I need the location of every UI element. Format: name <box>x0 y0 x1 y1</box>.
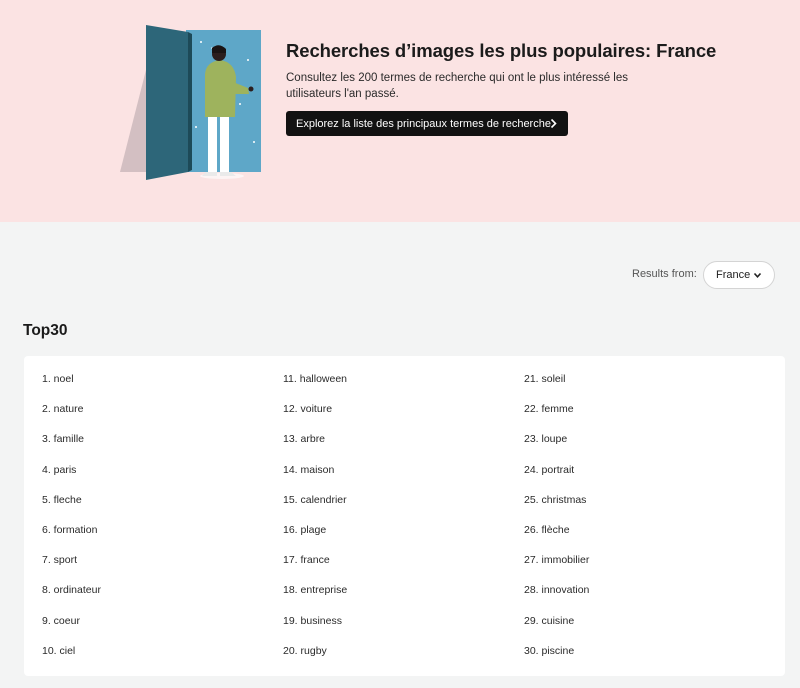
term-link[interactable]: 14. maison <box>283 462 347 492</box>
term-link[interactable]: 5. fleche <box>42 492 101 522</box>
top-terms-card: 1. noel 2. nature 3. famille 4. paris 5.… <box>24 356 785 676</box>
hero-description: Consultez les 200 termes de recherche qu… <box>286 72 628 100</box>
term-link[interactable]: 28. innovation <box>524 582 589 612</box>
term-link[interactable]: 17. france <box>283 552 347 582</box>
results-from-label: Results from: <box>632 268 697 280</box>
term-link[interactable]: 22. femme <box>524 401 589 431</box>
term-link[interactable]: 27. immobilier <box>524 552 589 582</box>
section-title: Top30 <box>23 322 68 339</box>
term-link[interactable]: 12. voiture <box>283 401 347 431</box>
term-link[interactable]: 9. coeur <box>42 613 101 643</box>
door-person-illustration <box>120 25 261 180</box>
term-link[interactable]: 20. rugby <box>283 643 347 673</box>
term-link[interactable]: 21. soleil <box>524 371 589 401</box>
country-select-value: France <box>716 269 751 281</box>
country-select[interactable]: France <box>703 261 775 289</box>
terms-column-3: 21. soleil 22. femme 23. loupe 24. portr… <box>524 371 589 673</box>
term-link[interactable]: 10. ciel <box>42 643 101 673</box>
hero-banner: Recherches d’images les plus populaires:… <box>0 0 800 222</box>
page-title: Recherches d’images les plus populaires:… <box>286 40 717 61</box>
term-link[interactable]: 2. nature <box>42 401 101 431</box>
term-link[interactable]: 19. business <box>283 613 347 643</box>
term-link[interactable]: 1. noel <box>42 371 101 401</box>
explore-terms-button-label: Explorez la liste des principaux termes … <box>296 117 551 130</box>
term-link[interactable]: 4. paris <box>42 462 101 492</box>
term-link[interactable]: 30. piscine <box>524 643 589 673</box>
term-link[interactable]: 18. entreprise <box>283 582 347 612</box>
term-link[interactable]: 11. halloween <box>283 371 347 401</box>
term-link[interactable]: 29. cuisine <box>524 613 589 643</box>
term-link[interactable]: 25. christmas <box>524 492 589 522</box>
term-link[interactable]: 3. famille <box>42 431 101 461</box>
term-link[interactable]: 16. plage <box>283 522 347 552</box>
term-link[interactable]: 13. arbre <box>283 431 347 461</box>
term-link[interactable]: 7. sport <box>42 552 101 582</box>
term-link[interactable]: 8. ordinateur <box>42 582 101 612</box>
explore-terms-button[interactable]: Explorez la liste des principaux termes … <box>286 111 568 136</box>
terms-column-1: 1. noel 2. nature 3. famille 4. paris 5.… <box>42 371 101 673</box>
term-link[interactable]: 15. calendrier <box>283 492 347 522</box>
chevron-right-icon <box>550 118 557 129</box>
term-link[interactable]: 26. flèche <box>524 522 589 552</box>
chevron-down-icon <box>753 272 762 278</box>
term-link[interactable]: 24. portrait <box>524 462 589 492</box>
term-link[interactable]: 23. loupe <box>524 431 589 461</box>
term-link[interactable]: 6. formation <box>42 522 101 552</box>
terms-column-2: 11. halloween 12. voiture 13. arbre 14. … <box>283 371 347 673</box>
